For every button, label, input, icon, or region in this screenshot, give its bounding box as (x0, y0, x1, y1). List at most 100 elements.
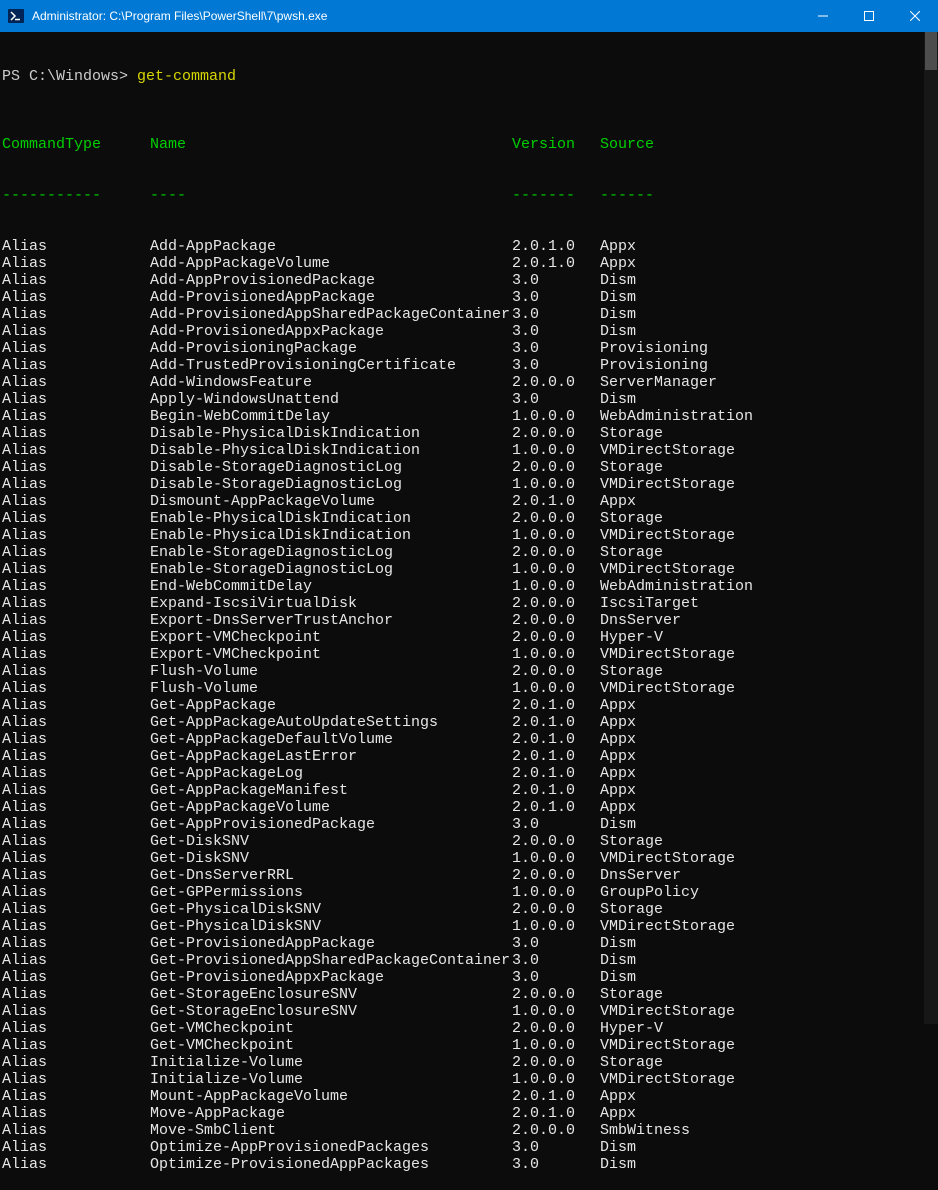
cell-version: 2.0.0.0 (512, 833, 600, 850)
cell-name: Dismount-AppPackageVolume (150, 493, 512, 510)
cell-name: Apply-WindowsUnattend (150, 391, 512, 408)
cell-source: ServerManager (600, 374, 717, 391)
cell-source: Storage (600, 425, 663, 442)
table-row: AliasGet-ProvisionedAppSharedPackageCont… (2, 952, 938, 969)
cell-name: Mount-AppPackageVolume (150, 1088, 512, 1105)
table-row: AliasGet-AppPackageManifest2.0.1.0Appx (2, 782, 938, 799)
cell-version: 1.0.0.0 (512, 1003, 600, 1020)
table-row: AliasEnable-PhysicalDiskIndication2.0.0.… (2, 510, 938, 527)
cell-commandtype: Alias (2, 578, 150, 595)
cell-version: 2.0.0.0 (512, 544, 600, 561)
table-row: AliasGet-VMCheckpoint2.0.0.0Hyper-V (2, 1020, 938, 1037)
cell-source: Provisioning (600, 340, 708, 357)
cell-name: Initialize-Volume (150, 1071, 512, 1088)
cell-commandtype: Alias (2, 1122, 150, 1139)
cell-name: Get-StorageEnclosureSNV (150, 986, 512, 1003)
cell-source: GroupPolicy (600, 884, 699, 901)
cell-commandtype: Alias (2, 272, 150, 289)
close-button[interactable] (892, 0, 938, 32)
cell-commandtype: Alias (2, 374, 150, 391)
cell-version: 1.0.0.0 (512, 680, 600, 697)
cell-name: Get-VMCheckpoint (150, 1020, 512, 1037)
table-row: AliasGet-ProvisionedAppxPackage3.0Dism (2, 969, 938, 986)
table-header: CommandTypeNameVersionSource (2, 136, 938, 153)
cell-name: Disable-PhysicalDiskIndication (150, 425, 512, 442)
cell-name: Get-GPPermissions (150, 884, 512, 901)
table-row: AliasOptimize-ProvisionedAppPackages3.0D… (2, 1156, 938, 1173)
cell-commandtype: Alias (2, 850, 150, 867)
cell-name: Get-AppPackageLog (150, 765, 512, 782)
cell-version: 2.0.1.0 (512, 748, 600, 765)
cell-source: Appx (600, 1105, 636, 1122)
cell-source: VMDirectStorage (600, 1071, 735, 1088)
minimize-button[interactable] (800, 0, 846, 32)
cell-commandtype: Alias (2, 238, 150, 255)
cell-source: Appx (600, 238, 636, 255)
cell-version: 1.0.0.0 (512, 918, 600, 935)
cell-version: 2.0.0.0 (512, 595, 600, 612)
cell-name: Disable-StorageDiagnosticLog (150, 476, 512, 493)
cell-source: Hyper-V (600, 629, 663, 646)
cell-commandtype: Alias (2, 408, 150, 425)
cell-version: 2.0.1.0 (512, 799, 600, 816)
cell-source: Dism (600, 969, 636, 986)
cell-name: Add-ProvisionedAppPackage (150, 289, 512, 306)
cell-commandtype: Alias (2, 629, 150, 646)
cell-version: 3.0 (512, 289, 600, 306)
cell-source: Storage (600, 663, 663, 680)
table-row: AliasGet-AppPackageDefaultVolume2.0.1.0A… (2, 731, 938, 748)
scrollbar[interactable] (924, 32, 938, 1024)
prompt-line: PS C:\Windows> get-command (2, 68, 938, 85)
maximize-button[interactable] (846, 0, 892, 32)
table-row: AliasDisable-PhysicalDiskIndication2.0.0… (2, 425, 938, 442)
cell-commandtype: Alias (2, 442, 150, 459)
table-row: AliasMove-SmbClient2.0.0.0SmbWitness (2, 1122, 938, 1139)
cell-name: Enable-PhysicalDiskIndication (150, 527, 512, 544)
cell-commandtype: Alias (2, 1105, 150, 1122)
cell-version: 2.0.1.0 (512, 765, 600, 782)
table-row: AliasEnable-StorageDiagnosticLog1.0.0.0V… (2, 561, 938, 578)
cell-commandtype: Alias (2, 544, 150, 561)
cell-commandtype: Alias (2, 306, 150, 323)
cell-name: Get-DnsServerRRL (150, 867, 512, 884)
cell-version: 2.0.1.0 (512, 731, 600, 748)
cell-name: Add-ProvisionedAppSharedPackageContainer (150, 306, 512, 323)
table-row: AliasAdd-AppPackageVolume2.0.1.0Appx (2, 255, 938, 272)
cell-version: 3.0 (512, 952, 600, 969)
cell-commandtype: Alias (2, 765, 150, 782)
cell-name: Get-AppProvisionedPackage (150, 816, 512, 833)
scrollbar-thumb[interactable] (925, 32, 937, 70)
cell-name: Begin-WebCommitDelay (150, 408, 512, 425)
cell-commandtype: Alias (2, 731, 150, 748)
cell-commandtype: Alias (2, 595, 150, 612)
cell-name: Get-DiskSNV (150, 833, 512, 850)
cell-version: 1.0.0.0 (512, 476, 600, 493)
cell-source: WebAdministration (600, 408, 753, 425)
cell-commandtype: Alias (2, 391, 150, 408)
cell-name: Add-WindowsFeature (150, 374, 512, 391)
cell-name: Optimize-AppProvisionedPackages (150, 1139, 512, 1156)
cell-commandtype: Alias (2, 646, 150, 663)
cell-version: 1.0.0.0 (512, 561, 600, 578)
cell-version: 3.0 (512, 969, 600, 986)
table-row: AliasExpand-IscsiVirtualDisk2.0.0.0Iscsi… (2, 595, 938, 612)
cell-source: Storage (600, 986, 663, 1003)
cell-commandtype: Alias (2, 612, 150, 629)
table-row: AliasExport-DnsServerTrustAnchor2.0.0.0D… (2, 612, 938, 629)
cell-source: Appx (600, 765, 636, 782)
table-row: AliasAdd-ProvisionedAppPackage3.0Dism (2, 289, 938, 306)
cell-version: 3.0 (512, 391, 600, 408)
table-row: AliasGet-DnsServerRRL2.0.0.0DnsServer (2, 867, 938, 884)
cell-version: 3.0 (512, 1139, 600, 1156)
cell-name: Enable-PhysicalDiskIndication (150, 510, 512, 527)
cell-name: Get-DiskSNV (150, 850, 512, 867)
table-row: AliasDismount-AppPackageVolume2.0.1.0App… (2, 493, 938, 510)
cell-commandtype: Alias (2, 1139, 150, 1156)
terminal-area[interactable]: PS C:\Windows> get-command CommandTypeNa… (0, 32, 938, 1024)
cell-source: Storage (600, 459, 663, 476)
cell-version: 2.0.0.0 (512, 1020, 600, 1037)
table-row: AliasInitialize-Volume1.0.0.0VMDirectSto… (2, 1071, 938, 1088)
cell-name: End-WebCommitDelay (150, 578, 512, 595)
titlebar[interactable]: Administrator: C:\Program Files\PowerShe… (0, 0, 938, 32)
cell-version: 2.0.0.0 (512, 663, 600, 680)
